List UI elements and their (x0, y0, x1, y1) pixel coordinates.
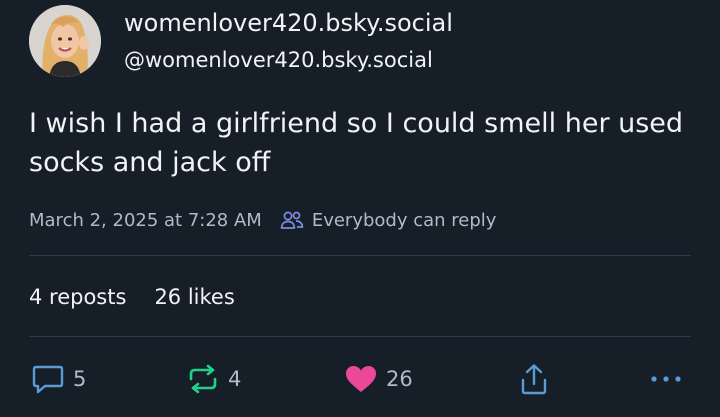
people-icon (280, 211, 304, 229)
like-count: 26 (386, 367, 413, 391)
reply-setting[interactable]: Everybody can reply (280, 209, 497, 231)
engagement-counts: 4 reposts 26 likes (29, 282, 263, 312)
post-meta: March 2, 2025 at 7:28 AM Everybody can r… (29, 205, 496, 235)
more-options-button[interactable] (649, 362, 683, 396)
author-handle[interactable]: @womenlover420.bsky.social (124, 46, 433, 74)
post-thread-view: womenlover420.bsky.social @womenlover420… (0, 0, 720, 417)
reply-count: 5 (73, 367, 87, 391)
reply-button[interactable]: 5 (31, 362, 86, 396)
likes-count-link[interactable]: 26 likes (154, 285, 234, 309)
reposts-count-link[interactable]: 4 reposts (29, 285, 126, 309)
heart-icon (346, 366, 376, 392)
post-timestamp[interactable]: March 2, 2025 at 7:28 AM (29, 210, 262, 231)
share-icon (521, 364, 547, 395)
divider (29, 336, 691, 337)
repost-button[interactable]: 4 (186, 362, 241, 396)
author-display-name[interactable]: womenlover420.bsky.social (124, 7, 453, 39)
avatar-photo-icon (29, 5, 101, 77)
repost-icon (189, 364, 217, 394)
repost-count: 4 (228, 367, 242, 391)
more-options-icon (651, 376, 681, 382)
reply-icon (32, 365, 64, 394)
avatar[interactable] (29, 5, 101, 77)
reply-setting-label: Everybody can reply (311, 209, 497, 231)
divider (29, 255, 691, 256)
share-button[interactable] (519, 362, 549, 396)
post-text: I wish I had a girlfriend so I could sme… (29, 108, 684, 178)
like-button[interactable]: 26 (344, 362, 413, 396)
